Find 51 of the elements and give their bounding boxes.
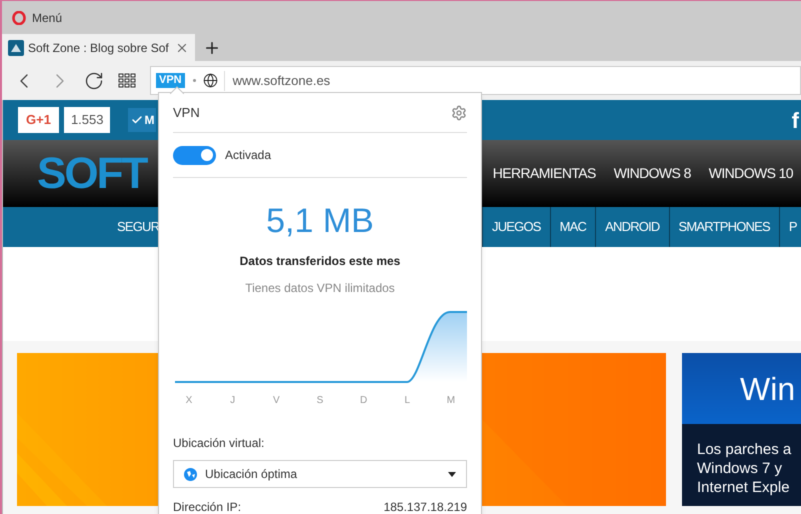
main-nav-link[interactable]: ANDROID <box>596 207 670 247</box>
site-logo[interactable]: SOFT <box>37 152 146 196</box>
ip-label: Dirección IP: <box>173 499 242 514</box>
card-caption: Windows 7 y <box>697 459 784 478</box>
data-amount: 5,1 MB <box>266 204 374 238</box>
main-nav-link[interactable]: MAC <box>550 207 596 247</box>
address-field[interactable]: VPN www.softzone.es <box>150 66 801 95</box>
main-nav-link[interactable]: JUEGOS <box>483 207 551 247</box>
card-caption: Los parches a <box>697 440 792 459</box>
speed-dial-icon[interactable] <box>118 72 136 88</box>
ip-value: 185.137.18.219 <box>384 499 467 514</box>
toggle-label: Activada <box>225 147 272 164</box>
tab-title: Soft Zone : Blog sobre Sof <box>28 40 169 56</box>
day-label: D <box>359 394 368 408</box>
globe-icon[interactable] <box>202 73 218 88</box>
dropdown-caret-icon <box>448 472 456 476</box>
follow-button[interactable]: M <box>128 108 156 132</box>
browser-tab[interactable]: Soft Zone : Blog sobre Sof <box>2 34 195 61</box>
day-label: M <box>446 394 456 408</box>
site-favicon-icon <box>8 40 24 56</box>
new-tab-icon[interactable] <box>203 39 221 57</box>
url-text[interactable]: www.softzone.es <box>232 70 330 90</box>
data-note: Tienes datos VPN ilimitados <box>245 280 395 297</box>
day-label: V <box>272 394 281 408</box>
card-caption: Internet Exple <box>697 478 791 497</box>
globe-icon <box>184 468 197 480</box>
day-label: S <box>316 394 324 408</box>
google-plus-button[interactable]: G+1 <box>18 107 59 133</box>
location-label: Ubicación virtual: <box>173 435 266 452</box>
vpn-badge[interactable]: VPN <box>156 73 185 88</box>
reload-icon[interactable] <box>84 70 104 90</box>
opera-logo-icon[interactable] <box>12 10 26 24</box>
location-select[interactable]: Ubicación óptima <box>173 460 467 488</box>
article-card[interactable]: Win Los parches a Windows 7 y Internet Exple <box>682 353 801 506</box>
day-label: X <box>184 394 194 408</box>
top-nav-link[interactable]: HERRAMIENTAS <box>492 163 596 184</box>
main-nav-link[interactable]: SMARTPHONES <box>670 207 780 247</box>
share-count: 1.553 <box>64 107 110 133</box>
vpn-toggle[interactable] <box>173 146 216 164</box>
card-heading: Win <box>740 370 796 408</box>
top-nav-link[interactable]: WINDOWS 10 <box>708 163 793 184</box>
main-nav-link[interactable]: P <box>780 207 801 247</box>
facebook-link[interactable]: f <box>792 104 799 136</box>
popup-title: VPN <box>173 104 200 122</box>
menu-label[interactable]: Menú <box>32 8 62 26</box>
day-label: L <box>404 394 412 408</box>
top-nav-link[interactable]: WINDOWS 8 <box>614 163 691 184</box>
check-icon <box>131 114 144 126</box>
day-label: J <box>229 394 236 408</box>
settings-icon[interactable] <box>451 104 467 120</box>
data-label: Datos transferidos este mes <box>240 253 400 270</box>
